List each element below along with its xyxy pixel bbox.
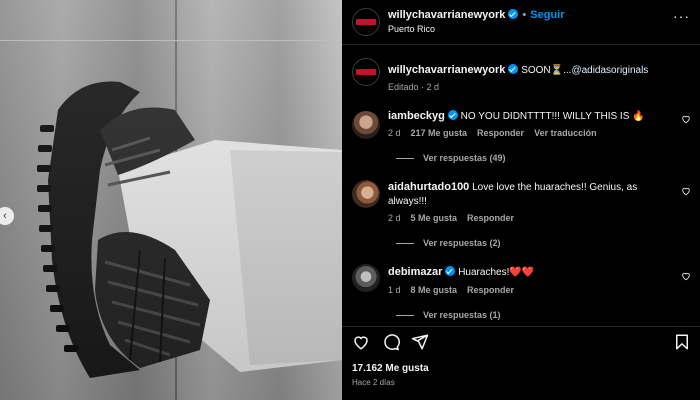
comment-icon[interactable] (382, 333, 400, 351)
caption-prefix: SOON (521, 65, 551, 76)
caption-username[interactable]: willychavarrianewyork (388, 64, 505, 76)
view-replies-label[interactable]: Ver respuestas (1) (423, 310, 501, 320)
reply-line (396, 314, 414, 316)
more-options-icon[interactable]: ··· (673, 8, 690, 24)
comment-meta: 1 d 8 Me gusta Responder (388, 285, 514, 295)
bookmark-icon[interactable] (673, 333, 691, 351)
comment-likes[interactable]: 8 Me gusta (411, 285, 458, 295)
heart-icon[interactable] (681, 271, 691, 281)
comment-age: 1 d (388, 285, 401, 295)
post-date: Hace 2 días (352, 378, 395, 387)
verified-icon (508, 9, 519, 19)
heart-icon[interactable] (681, 186, 691, 196)
comment-age: 2 d (388, 128, 401, 138)
header-username[interactable]: willychavarrianewyork (388, 9, 505, 21)
avatar[interactable] (352, 8, 380, 36)
view-replies-label[interactable]: Ver respuestas (49) (423, 153, 506, 163)
reply-button[interactable]: Responder (467, 285, 514, 295)
location-label[interactable]: Puerto Rico (388, 24, 435, 34)
comment-body: Huaraches!❤️❤️ (458, 267, 535, 278)
caption-avatar[interactable] (352, 58, 380, 86)
comment-meta: 2 d 217 Me gusta Responder Ver traducción (388, 128, 597, 138)
share-icon[interactable] (411, 333, 429, 351)
post-photo[interactable]: ‹ (0, 0, 342, 400)
caption-text: willychavarrianewyork SOON⏳...@adidasori… (388, 63, 688, 78)
reply-button[interactable]: Responder (477, 128, 524, 138)
commenter-avatar[interactable] (352, 111, 380, 139)
commenter-avatar[interactable] (352, 264, 380, 292)
photo-shade (0, 0, 342, 400)
view-replies[interactable]: Ver respuestas (2) (396, 238, 501, 248)
view-replies[interactable]: Ver respuestas (49) (396, 153, 506, 163)
post-header: willychavarrianewyork • Seguir (388, 9, 565, 21)
divider (342, 44, 700, 45)
comment-username[interactable]: iambeckyg (388, 110, 445, 122)
comment-body: NO YOU DIDNTTTT!!! WILLY THIS IS 🔥 (460, 111, 645, 122)
view-replies[interactable]: Ver respuestas (1) (396, 310, 501, 320)
view-replies-label[interactable]: Ver respuestas (2) (423, 238, 501, 248)
reply-line (396, 242, 414, 244)
comment-likes[interactable]: 5 Me gusta (411, 213, 458, 223)
comment-text: aidahurtado100 Love love the huaraches!!… (388, 180, 668, 209)
comment-text: debimazar Huaraches!❤️❤️ (388, 265, 668, 280)
comment-text: iambeckyg NO YOU DIDNTTTT!!! WILLY THIS … (388, 109, 678, 124)
caption-meta: Editado · 2 d (388, 82, 440, 92)
mention-link[interactable]: @adidasoriginals (571, 65, 648, 76)
translate-button[interactable]: Ver traducción (534, 128, 597, 138)
follow-button[interactable]: Seguir (530, 9, 564, 21)
comment-likes[interactable]: 217 Me gusta (411, 128, 468, 138)
heart-icon[interactable] (352, 333, 370, 351)
reply-button[interactable]: Responder (467, 213, 514, 223)
verified-icon (447, 110, 458, 120)
comment-meta: 2 d 5 Me gusta Responder (388, 213, 514, 223)
reply-line (396, 157, 414, 159)
heart-icon[interactable] (681, 114, 691, 124)
hourglass-emoji: ⏳ (550, 65, 564, 76)
comment-age: 2 d (388, 213, 401, 223)
verified-icon (445, 266, 456, 276)
comment-username[interactable]: aidahurtado100 (388, 181, 469, 193)
comment-username[interactable]: debimazar (388, 266, 442, 278)
commenter-avatar[interactable] (352, 180, 380, 208)
verified-icon (508, 64, 519, 74)
post-details-panel: willychavarrianewyork • Seguir Puerto Rico… (342, 0, 700, 400)
separator-dot: • (522, 9, 527, 21)
likes-count[interactable]: 17.162 Me gusta (352, 363, 429, 374)
divider (342, 326, 700, 327)
